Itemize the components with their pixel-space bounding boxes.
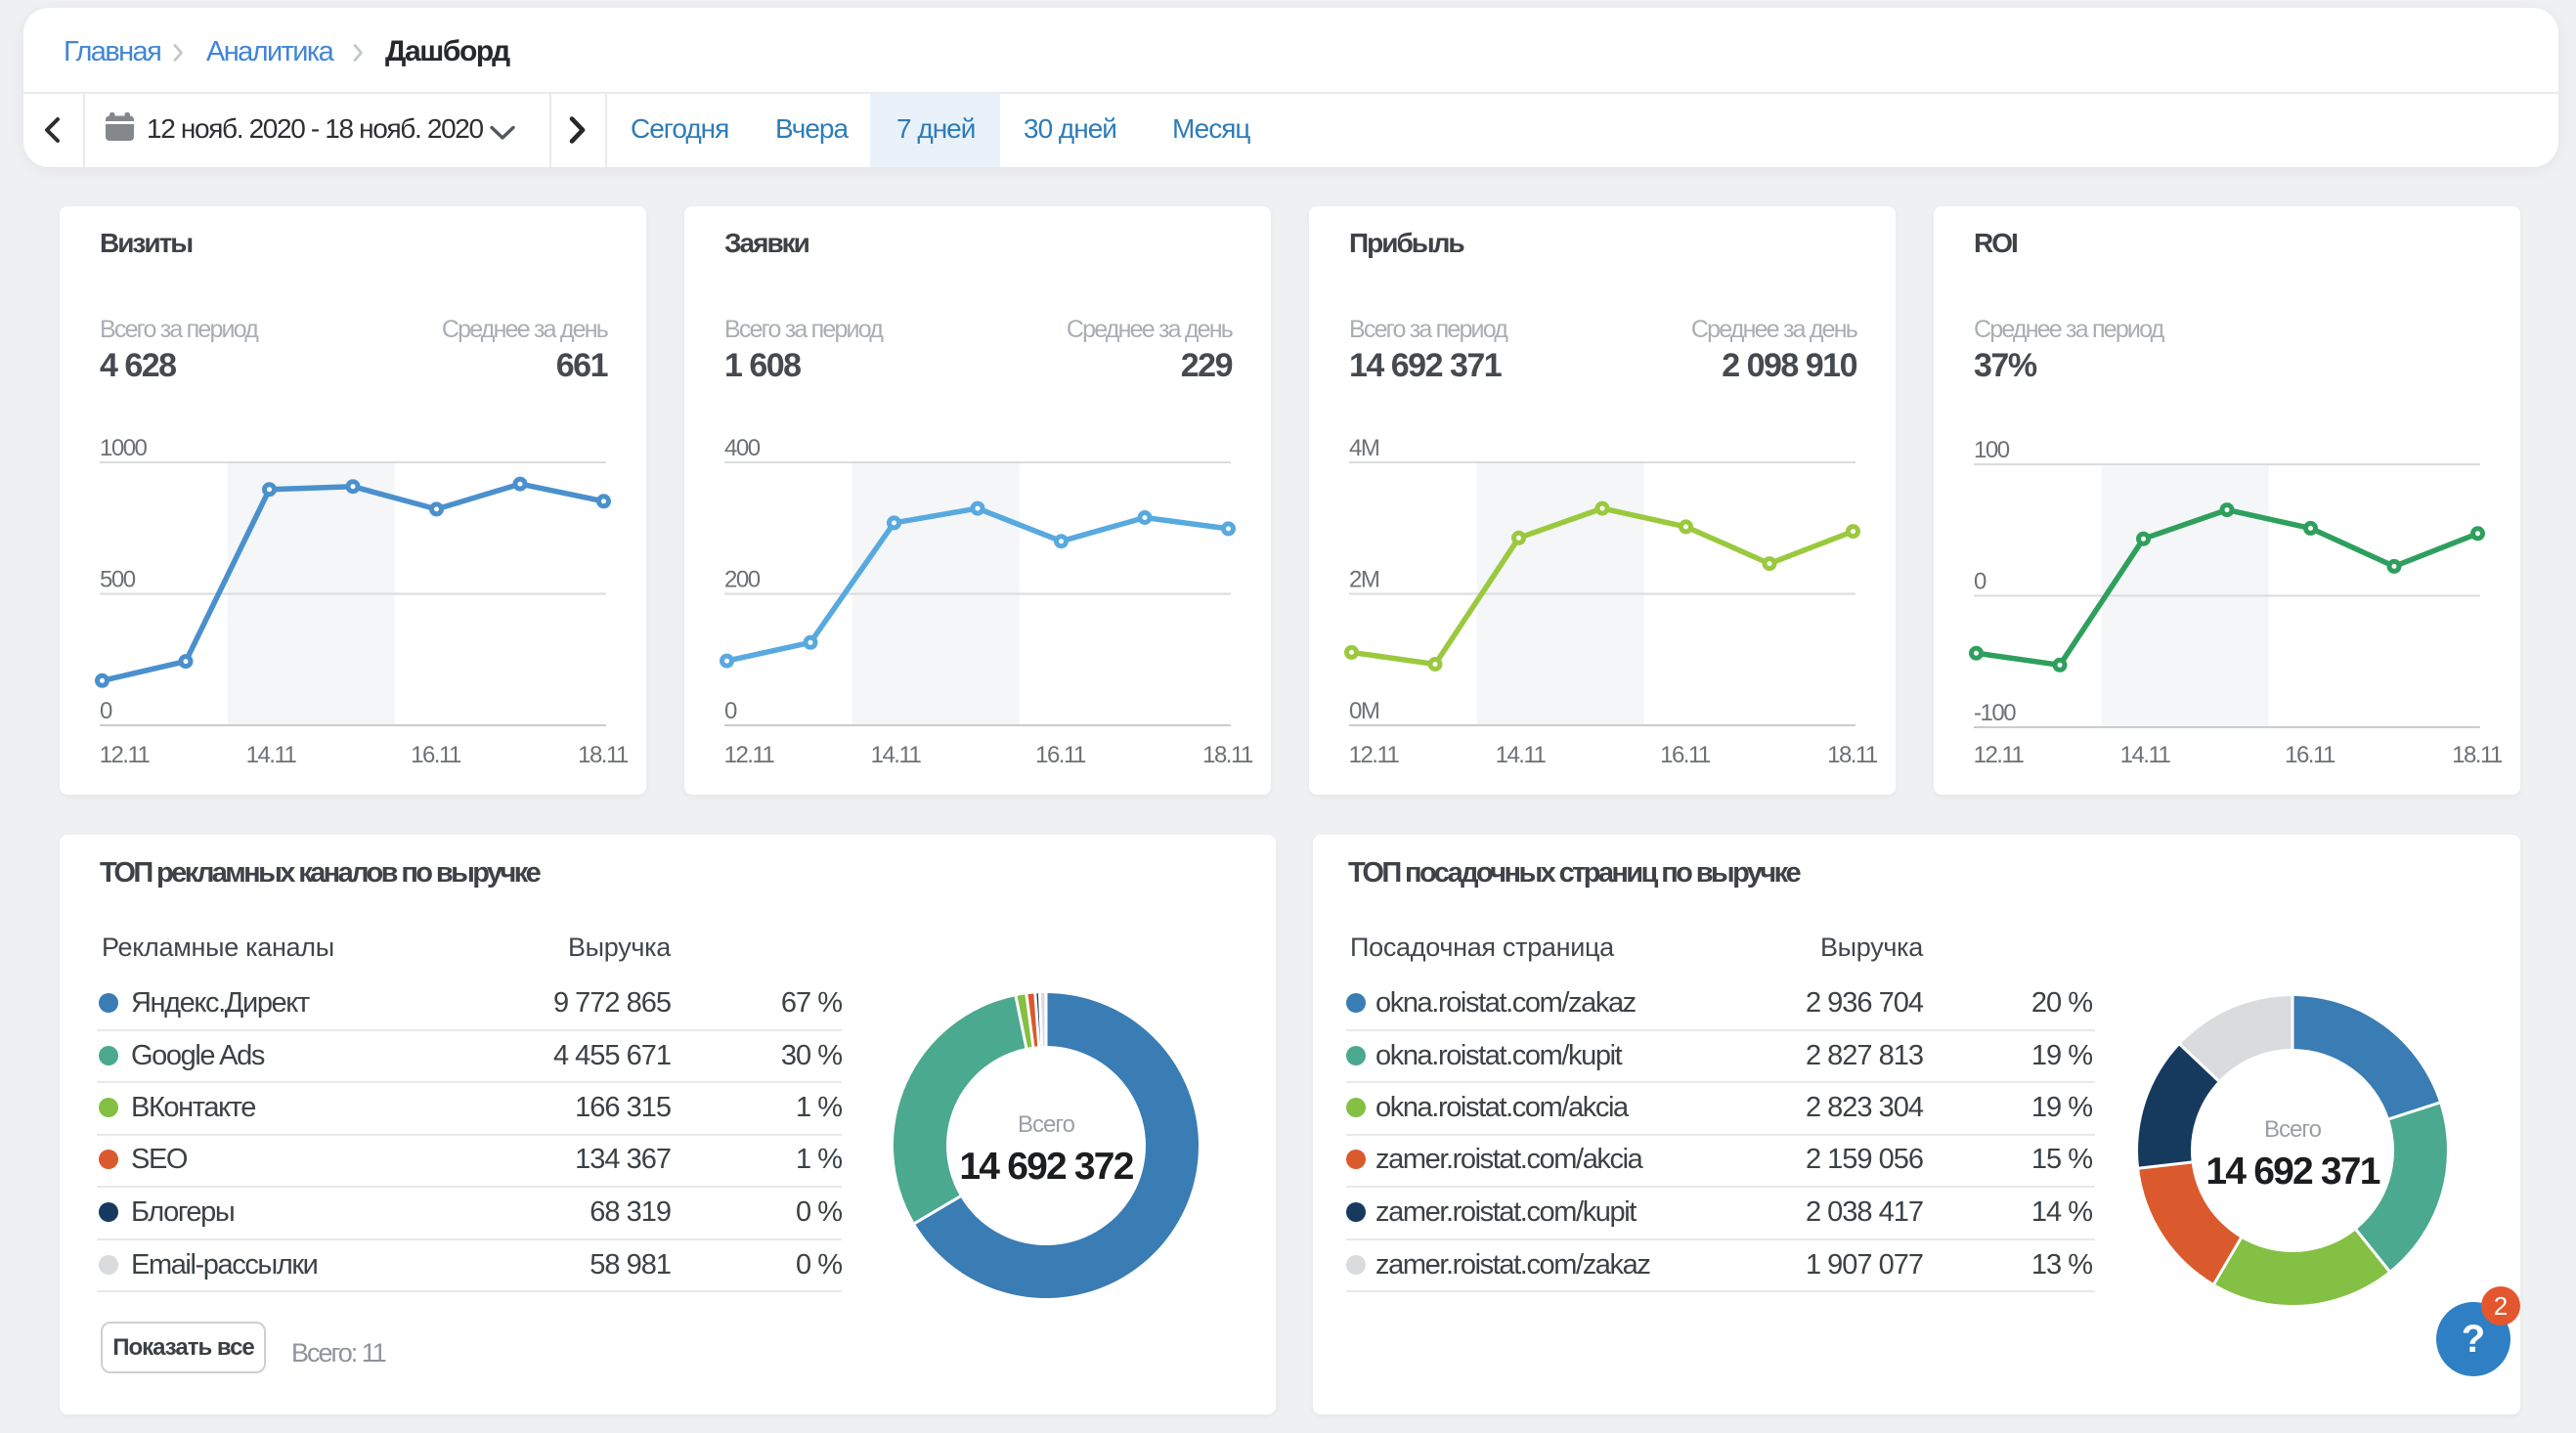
svg-text:12.11: 12.11 [1974, 742, 2025, 768]
svg-text:0M: 0M [1349, 698, 1379, 724]
svg-text:16.11: 16.11 [1660, 742, 1711, 768]
svg-text:500: 500 [100, 567, 136, 593]
svg-text:14.11: 14.11 [246, 742, 297, 768]
svg-text:0: 0 [724, 698, 737, 724]
svg-text:100: 100 [1974, 437, 2010, 463]
svg-text:Всего: Всего [1018, 1111, 1075, 1138]
svg-text:18.11: 18.11 [2452, 742, 2503, 768]
svg-text:1000: 1000 [100, 435, 148, 461]
svg-text:-100: -100 [1974, 700, 2016, 726]
svg-text:16.11: 16.11 [1035, 742, 1086, 768]
svg-text:18.11: 18.11 [1827, 742, 1878, 768]
svg-text:16.11: 16.11 [2285, 742, 2336, 768]
svg-text:14.11: 14.11 [2120, 742, 2171, 768]
svg-text:14.11: 14.11 [1496, 742, 1547, 768]
svg-text:4M: 4M [1349, 435, 1379, 461]
svg-text:0: 0 [100, 698, 112, 724]
svg-text:12.11: 12.11 [1349, 742, 1400, 768]
svg-text:400: 400 [724, 435, 761, 461]
svg-text:12.11: 12.11 [100, 742, 151, 768]
svg-text:18.11: 18.11 [1202, 742, 1253, 768]
svg-text:0: 0 [1974, 569, 1987, 595]
svg-text:18.11: 18.11 [578, 742, 629, 768]
svg-text:14 692 372: 14 692 372 [959, 1146, 1133, 1188]
svg-text:14.11: 14.11 [871, 742, 922, 768]
svg-text:2M: 2M [1349, 567, 1379, 593]
svg-text:Всего: Всего [2264, 1116, 2322, 1143]
svg-text:200: 200 [724, 567, 761, 593]
svg-text:16.11: 16.11 [411, 742, 461, 768]
svg-text:12.11: 12.11 [724, 742, 775, 768]
svg-text:14 692 371: 14 692 371 [2205, 1151, 2380, 1193]
